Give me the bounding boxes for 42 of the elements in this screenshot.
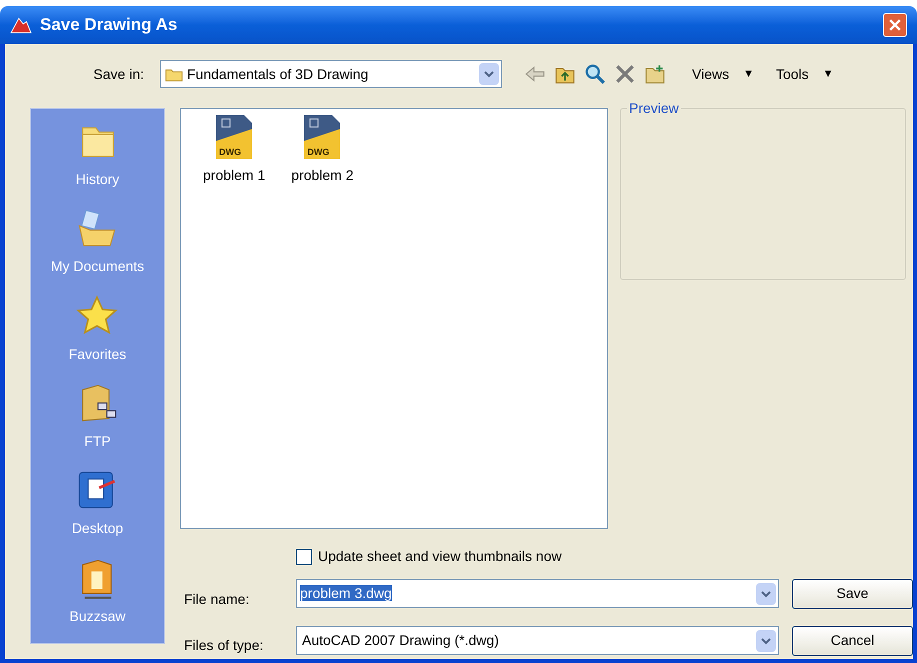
caret-icon: ▼ xyxy=(822,66,834,82)
window-title: Save Drawing As xyxy=(40,14,178,36)
folder-name: Fundamentals of 3D Drawing xyxy=(187,64,370,84)
place-label: History xyxy=(76,171,120,187)
menu-label: Views xyxy=(692,64,730,84)
toolbar-menu[interactable]: Views ▼ xyxy=(692,64,754,84)
place-label: Buzzsaw xyxy=(69,608,126,624)
place-label: Favorites xyxy=(68,346,126,362)
folder-dropdown[interactable]: Fundamentals of 3D Drawing xyxy=(160,60,502,88)
menu-label: Tools xyxy=(776,64,809,84)
cancel-button[interactable]: Cancel xyxy=(792,626,913,656)
file-item[interactable]: DWG problem 2 xyxy=(289,115,356,186)
file-name: problem 2 xyxy=(291,166,354,185)
dwg-file-icon xyxy=(302,115,342,159)
caret-icon: ▼ xyxy=(743,66,754,82)
checkbox[interactable] xyxy=(296,548,312,564)
file-type-label-text: DWG xyxy=(219,147,242,157)
dwg-file-icon xyxy=(214,115,254,159)
file-name-value: problem 3.dwg xyxy=(300,584,393,603)
place-label: Desktop xyxy=(72,520,124,536)
place-label: My Documents xyxy=(50,258,144,274)
search-icon[interactable] xyxy=(584,63,606,85)
toolbar-menu[interactable]: Tools ▼ xyxy=(776,64,834,84)
checkbox-label: Update sheet and view thumbnails now xyxy=(318,547,562,566)
file-name: problem 1 xyxy=(203,166,266,185)
close-button[interactable] xyxy=(883,13,907,37)
save-button[interactable]: Save xyxy=(792,578,913,608)
close-icon xyxy=(889,19,901,31)
save-in-label: Save in: xyxy=(92,64,145,84)
new-folder-icon[interactable] xyxy=(644,63,666,85)
file-name-field[interactable]: problem 3.dwg xyxy=(296,579,779,608)
file-name-label: File name: xyxy=(183,590,250,609)
file-type-dropdown[interactable]: AutoCAD 2007 Drawing (*.dwg) xyxy=(296,626,779,655)
preview-title: Preview xyxy=(627,100,681,116)
file-item[interactable]: DWG problem 1 xyxy=(201,115,268,186)
file-type-label: Files of type: xyxy=(183,636,264,655)
place-label: FTP xyxy=(84,432,111,449)
folder-icon xyxy=(165,66,183,82)
file-type-value: AutoCAD 2007 Drawing (*.dwg) xyxy=(302,631,500,650)
file-type-label-text: DWG xyxy=(307,147,330,157)
delete-icon[interactable] xyxy=(614,63,636,85)
app-logo-icon xyxy=(10,16,32,34)
